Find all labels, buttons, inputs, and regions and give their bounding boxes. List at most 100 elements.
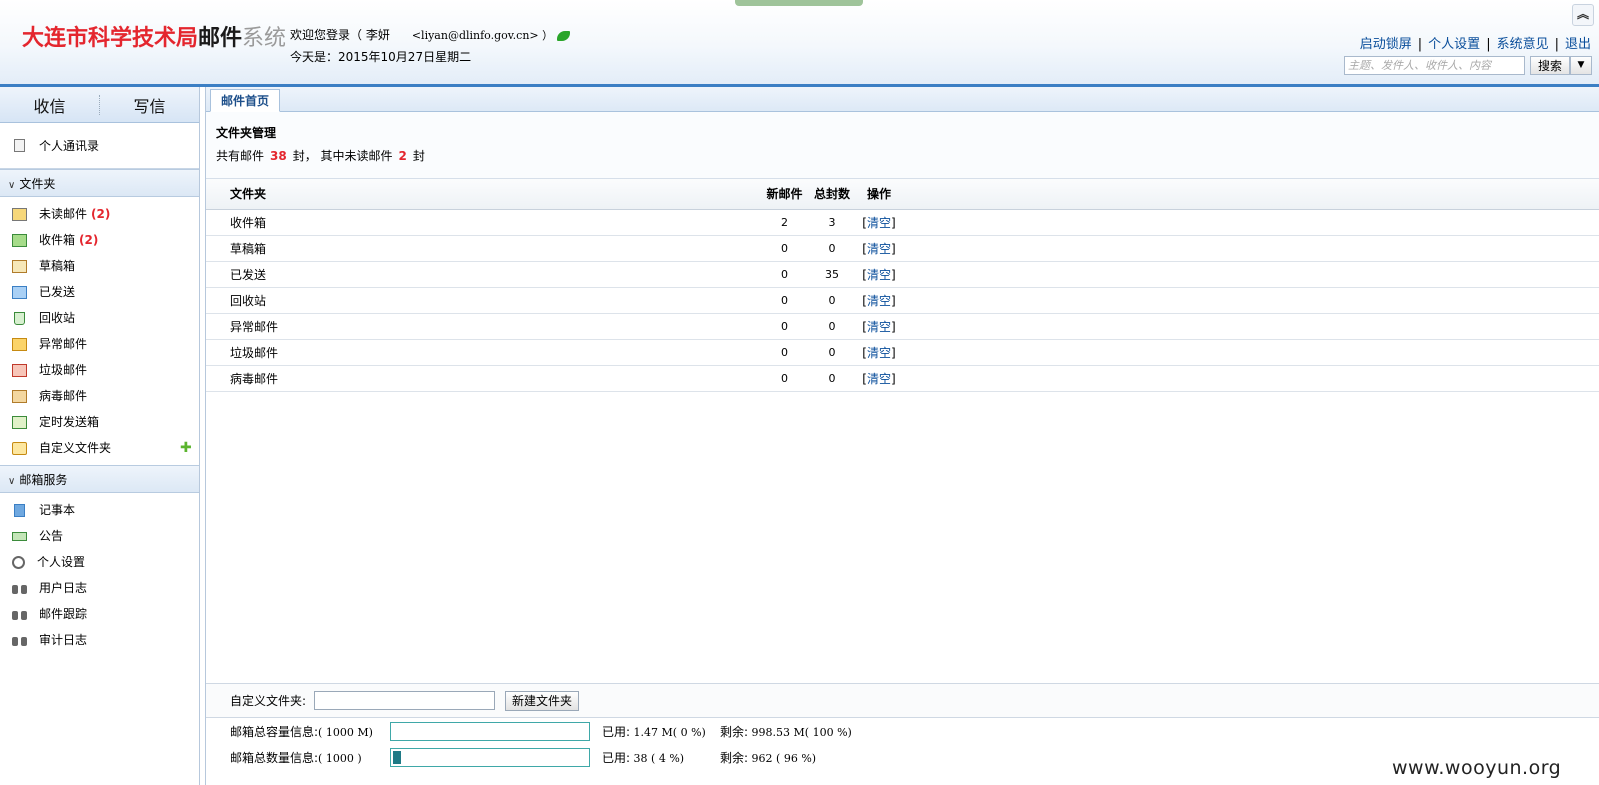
sidebar-item-label: 个人通讯录 xyxy=(39,138,100,153)
header: 大连市科学技术局邮件系统 欢迎您登录（ 李妍 <liyan@dlinfo.gov.… xyxy=(0,0,1599,87)
table-row: 病毒邮件 0 0 [清空] xyxy=(206,365,1599,392)
bottom-panel: 自定义文件夹: 新建文件夹 邮箱总容量信息:( 1000 M) 已用: 1.47… xyxy=(206,683,1599,785)
sidebar-item-virus[interactable]: 病毒邮件 xyxy=(0,383,199,409)
sidebar-item-label: 已发送 xyxy=(39,285,76,299)
folder-management-summary: 文件夹管理 共有邮件 38 封， 其中未读邮件 2 封 xyxy=(206,112,1599,179)
compose-button[interactable]: 写信 xyxy=(100,93,199,117)
binoculars-icon xyxy=(12,583,27,594)
sidebar-item-sent[interactable]: 已发送 xyxy=(0,279,199,305)
folder-list: 未读邮件 (2) 收件箱 (2) 草稿箱 已发送 回收站 异常邮件 垃圾邮件 病… xyxy=(0,197,199,461)
add-folder-icon[interactable]: ✚ xyxy=(180,435,192,461)
used-label: 已用: xyxy=(602,724,631,739)
summary-mid: 封， 其中未读邮件 xyxy=(292,149,393,163)
recycle-bin-icon xyxy=(14,311,25,325)
sidebar-item-label: 草稿箱 xyxy=(39,259,76,273)
sidebar-item-label: 审计日志 xyxy=(39,633,88,647)
top-pull-tab[interactable] xyxy=(735,0,863,6)
used-value: 1.47 M( 0 %) xyxy=(633,725,706,739)
total-count: 0 xyxy=(808,287,856,314)
user-email: <liyan@dlinfo.gov.cn> ） xyxy=(411,29,554,42)
logout-link[interactable]: 退出 xyxy=(1565,37,1591,52)
sidebar-item-label: 垃圾邮件 xyxy=(39,363,88,377)
logo-org: 大连市科学技术局 xyxy=(22,26,199,51)
sidebar-item-label: 邮件跟踪 xyxy=(39,607,88,621)
table-row: 异常邮件 0 0 [清空] xyxy=(206,313,1599,340)
services-list: 记事本 公告 个人设置 用户日志 邮件跟踪 审计日志 xyxy=(0,493,199,653)
online-status-icon xyxy=(557,30,571,41)
scheduled-send-icon xyxy=(12,415,27,429)
sidebar-item-inbox[interactable]: 收件箱 (2) xyxy=(0,227,199,253)
empty-folder-link[interactable]: 清空 xyxy=(867,320,891,334)
feedback-link[interactable]: 系统意见 xyxy=(1497,37,1549,52)
sidebar-item-scheduled[interactable]: 定时发送箱 xyxy=(0,409,199,435)
sidebar-item-notepad[interactable]: 记事本 xyxy=(0,497,199,523)
left-value: 962 ( 96 %) xyxy=(751,751,817,765)
col-new: 新邮件 xyxy=(761,179,808,210)
sidebar-item-label: 病毒邮件 xyxy=(39,389,88,403)
mail-summary: 共有邮件 38 封， 其中未读邮件 2 封 xyxy=(216,147,1599,164)
new-count: 0 xyxy=(761,287,808,314)
empty-folder-link[interactable]: 清空 xyxy=(867,372,891,386)
receive-button[interactable]: 收信 xyxy=(0,93,99,117)
inbox-count-badge: (2) xyxy=(79,233,99,247)
quota-label: 邮箱总数量信息: xyxy=(230,750,319,765)
lock-screen-link[interactable]: 启动锁屏 xyxy=(1360,37,1412,52)
sidebar-item-recycle-bin[interactable]: 回收站 xyxy=(0,305,199,331)
left-label: 剩余: xyxy=(720,724,749,739)
draft-icon xyxy=(12,259,27,273)
sidebar-item-contacts[interactable]: 个人通讯录 xyxy=(0,123,199,169)
sidebar-item-drafts[interactable]: 草稿箱 xyxy=(0,253,199,279)
capacity-progress-bar xyxy=(390,721,590,741)
abnormal-mail-icon xyxy=(12,337,27,351)
new-count: 0 xyxy=(761,235,808,262)
empty-folder-link[interactable]: 清空 xyxy=(867,268,891,282)
personal-settings-link[interactable]: 个人设置 xyxy=(1428,37,1480,52)
new-folder-name-input[interactable] xyxy=(314,691,496,710)
count-progress-bar xyxy=(390,747,590,767)
chevron-down-icon: ∨ xyxy=(8,476,16,487)
folder-name: 草稿箱 xyxy=(206,235,761,262)
collapse-header-button[interactable]: ︽ xyxy=(1572,4,1594,26)
sidebar-item-label: 定时发送箱 xyxy=(39,415,100,429)
top-links: 启动锁屏 | 个人设置 | 系统意见 | 退出 xyxy=(1359,37,1591,52)
tab-mail-home[interactable]: 邮件首页 xyxy=(210,89,281,112)
sidebar-item-settings[interactable]: 个人设置 xyxy=(0,549,199,575)
search-input[interactable] xyxy=(1344,56,1525,75)
spam-icon xyxy=(12,363,27,377)
welcome-text: 欢迎您登录（ 李妍 <liyan@dlinfo.gov.cn> ） xyxy=(290,26,571,43)
empty-folder-link[interactable]: 清空 xyxy=(867,346,891,360)
new-count: 0 xyxy=(761,365,808,392)
sidebar-item-unread[interactable]: 未读邮件 (2) xyxy=(0,201,199,227)
table-header-row: 文件夹 新邮件 总封数 操作 xyxy=(206,179,1599,210)
sidebar-item-spam[interactable]: 垃圾邮件 xyxy=(0,357,199,383)
empty-folder-link[interactable]: 清空 xyxy=(867,294,891,308)
new-folder-button[interactable]: 新建文件夹 xyxy=(505,690,580,711)
sidebar-item-audit-log[interactable]: 审计日志 xyxy=(0,627,199,653)
sidebar: 收信 写信 个人通讯录 ∨ 文件夹 未读邮件 (2) 收件箱 (2) 草稿箱 已发… xyxy=(0,87,200,785)
services-section-header[interactable]: ∨ 邮箱服务 xyxy=(0,465,199,493)
search-button[interactable]: 搜索 xyxy=(1530,56,1570,75)
folder-name: 已发送 xyxy=(206,261,761,288)
sidebar-item-label: 个人设置 xyxy=(37,555,86,569)
search-options-dropdown[interactable]: ▼ xyxy=(1570,56,1592,75)
folders-section-header[interactable]: ∨ 文件夹 xyxy=(0,169,199,197)
quota-total: ( 1000 ) xyxy=(318,751,362,765)
sidebar-item-announcement[interactable]: 公告 xyxy=(0,523,199,549)
sidebar-item-user-log[interactable]: 用户日志 xyxy=(0,575,199,601)
total-mail-count: 38 xyxy=(270,149,287,163)
table-row: 草稿箱 0 0 [清空] xyxy=(206,235,1599,262)
logo-mail: 邮件 xyxy=(198,26,243,51)
table-row: 回收站 0 0 [清空] xyxy=(206,287,1599,314)
sidebar-item-custom-folders[interactable]: 自定义文件夹 ✚ xyxy=(0,435,199,461)
sidebar-item-mail-tracking[interactable]: 邮件跟踪 xyxy=(0,601,199,627)
unread-mail-count: 2 xyxy=(398,149,407,163)
new-count: 0 xyxy=(761,261,808,288)
used-value: 38 ( 4 %) xyxy=(633,751,685,765)
folders-section-title: 文件夹 xyxy=(19,177,56,191)
total-count: 3 xyxy=(808,209,856,236)
sidebar-item-abnormal[interactable]: 异常邮件 xyxy=(0,331,199,357)
empty-folder-link[interactable]: 清空 xyxy=(867,242,891,256)
inbox-icon xyxy=(12,233,27,247)
sidebar-item-label: 异常邮件 xyxy=(39,337,88,351)
empty-folder-link[interactable]: 清空 xyxy=(867,216,891,230)
